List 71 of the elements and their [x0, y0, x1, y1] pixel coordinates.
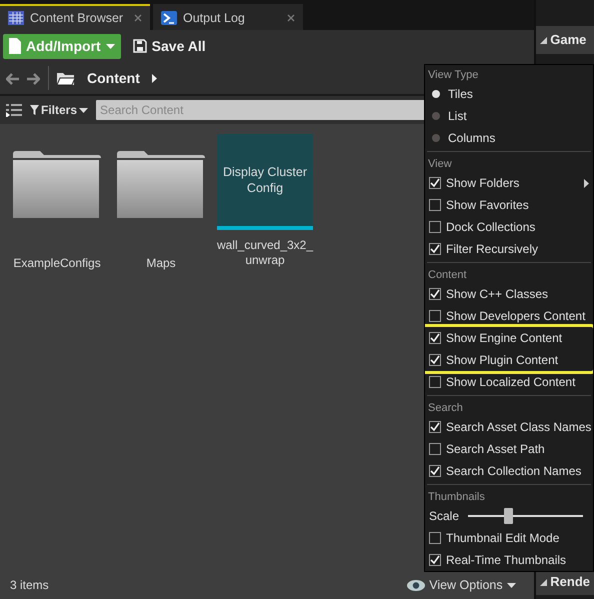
- menu-section-title: Thumbnails: [427, 490, 486, 505]
- check-icon: [430, 355, 440, 365]
- caret-icon: [79, 108, 88, 112]
- menu-item[interactable]: Dock Collections: [425, 216, 593, 238]
- check-icon: [430, 555, 440, 565]
- check-icon: [430, 422, 440, 432]
- save-all-button[interactable]: Save All: [126, 34, 212, 58]
- document-icon: [9, 38, 21, 54]
- menu-section-title: Search: [427, 401, 464, 416]
- chevron-right-icon: [152, 74, 157, 82]
- triangle-icon: [540, 37, 547, 44]
- menu-section-title: View: [427, 157, 453, 172]
- eye-icon: [407, 580, 426, 590]
- list-view-icon: [6, 103, 22, 117]
- asset-thumbnail[interactable]: Display Cluster Config: [217, 134, 313, 230]
- checkbox[interactable]: [429, 177, 441, 189]
- menu-item[interactable]: Show Folders: [425, 172, 593, 194]
- section-header[interactable]: Game: [536, 26, 594, 54]
- checkbox[interactable]: [429, 443, 441, 455]
- menu-item[interactable]: Show Localized Content: [425, 371, 593, 393]
- menu-item[interactable]: Show Favorites: [425, 194, 593, 216]
- checkbox[interactable]: [429, 376, 441, 388]
- menu-item[interactable]: Show C++ Classes: [425, 283, 593, 305]
- menu-item[interactable]: Show Plugin Content: [425, 349, 593, 371]
- menu-item[interactable]: Thumbnail Edit Mode: [425, 527, 593, 549]
- checkbox[interactable]: [429, 532, 441, 544]
- menu-item[interactable]: Show Engine Content: [425, 327, 593, 349]
- asset-name: ExampleConfigs: [13, 256, 101, 271]
- check-icon: [430, 244, 440, 254]
- checkbox[interactable]: [429, 465, 441, 477]
- checkbox[interactable]: [429, 310, 441, 322]
- check-icon: [430, 466, 440, 476]
- menu-item[interactable]: Search Collection Names: [425, 460, 593, 482]
- checkbox[interactable]: [429, 288, 441, 300]
- slider-thumb[interactable]: [504, 508, 514, 524]
- check-icon: [430, 289, 440, 299]
- console-icon: [161, 11, 177, 25]
- menu-item[interactable]: Filter Recursively: [425, 238, 593, 260]
- asset-name: wall_curved_3x2_ unwrap: [216, 238, 314, 268]
- caret-icon: [106, 44, 115, 48]
- checkbox[interactable]: [429, 354, 441, 366]
- asset-name: Maps: [146, 256, 176, 271]
- grid-icon: [8, 11, 24, 25]
- menu-item[interactable]: Show Developers Content: [425, 305, 593, 327]
- close-icon: [287, 14, 295, 22]
- checkbox[interactable]: [429, 199, 441, 211]
- menu-section-title: View Type: [427, 68, 480, 83]
- funnel-icon: [30, 105, 39, 115]
- view-options-button[interactable]: View Options: [401, 574, 522, 596]
- folder-icon: [57, 71, 75, 85]
- filters-button[interactable]: Filters: [30, 101, 88, 119]
- menu-item[interactable]: Columns: [425, 127, 593, 149]
- save-icon: [132, 39, 147, 53]
- item-count: 3 items: [10, 577, 49, 594]
- check-icon: [430, 178, 440, 188]
- slider-label: Scale: [429, 508, 460, 525]
- checkbox[interactable]: [429, 332, 441, 344]
- check-icon: [430, 333, 440, 343]
- tab[interactable]: Content Browser: [0, 4, 150, 30]
- breadcrumb[interactable]: Content: [83, 68, 144, 88]
- tab[interactable]: Output Log: [153, 4, 303, 30]
- close-icon: [134, 14, 142, 22]
- checkbox[interactable]: [429, 421, 441, 433]
- caret-icon: [506, 582, 516, 588]
- checkbox[interactable]: [429, 243, 441, 255]
- menu-item[interactable]: Search Asset Class Names: [425, 416, 593, 438]
- menu-section-title: Content: [427, 268, 468, 283]
- menu-item[interactable]: Search Asset Path: [425, 438, 593, 460]
- triangle-icon: [540, 578, 547, 586]
- checkbox[interactable]: [429, 221, 441, 233]
- checkbox[interactable]: [429, 554, 441, 566]
